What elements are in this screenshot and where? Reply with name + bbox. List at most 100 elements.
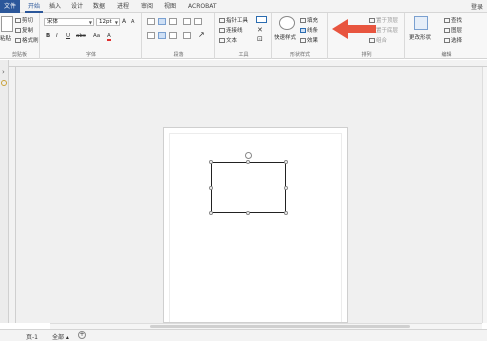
paint-bucket-icon [300, 18, 306, 23]
copy-label: 复制 [22, 28, 34, 34]
line-button[interactable]: 线条 [300, 26, 318, 34]
shapes-panel-collapsed[interactable]: › [0, 60, 9, 323]
pointer-tool-button[interactable]: 指针工具 [219, 16, 248, 24]
font-color-button[interactable]: A [107, 33, 111, 41]
grow-font-button[interactable]: A [122, 18, 126, 25]
select-button[interactable]: 选择 [444, 36, 462, 44]
font-size-select[interactable]: 12pt ▼ [96, 18, 120, 26]
bold-button[interactable]: B [46, 33, 50, 39]
align-center-icon[interactable] [158, 32, 166, 39]
paragraph-group: ↗ 段落 [143, 13, 215, 59]
align-left-icon[interactable] [147, 32, 155, 39]
cut-button[interactable]: 剪切 [15, 16, 33, 24]
shape-styles-group-label: 形状样式 [289, 52, 310, 58]
effects-icon [300, 38, 306, 43]
all-pages-tab[interactable]: 全部 ▴ [52, 332, 69, 341]
justify-icon[interactable] [183, 32, 191, 39]
brush-icon [15, 38, 21, 43]
resize-handle[interactable] [284, 160, 288, 164]
align-bottom-icon[interactable] [169, 18, 177, 25]
page-tab[interactable]: 页-1 [26, 332, 38, 341]
editing-group-label: 编辑 [441, 52, 452, 58]
login-link[interactable]: 登录 [471, 2, 483, 11]
resize-handle[interactable] [209, 211, 213, 215]
tab-process[interactable]: 进程 [114, 2, 132, 13]
text-tool-button[interactable]: 文本 [219, 36, 237, 44]
vertical-scrollbar[interactable] [482, 67, 487, 323]
pointer-tool-label: 指针工具 [226, 18, 249, 24]
rectangle-shape-icon[interactable] [256, 16, 267, 23]
tab-acrobat[interactable]: ACROBAT [185, 2, 220, 13]
resize-handle[interactable] [209, 160, 213, 164]
pointer-icon [219, 18, 225, 23]
align-right-icon[interactable] [169, 32, 177, 39]
line-label: 线条 [307, 28, 319, 34]
crop-icon[interactable]: ⊡ [257, 35, 263, 43]
tab-data[interactable]: 数据 [90, 2, 108, 13]
pen-icon [300, 28, 306, 33]
ribbon: 粘贴 剪切 复制 格式刷 剪贴板 宋体 ▼ 12pt ▼ A A B I U abc… [0, 13, 487, 59]
font-name-value: 宋体 [47, 19, 59, 25]
tab-review[interactable]: 审阅 [138, 2, 156, 13]
layers-label: 图层 [451, 28, 463, 34]
tab-home[interactable]: 开始 [25, 2, 44, 13]
select-label: 选择 [451, 38, 463, 44]
tools-group-label: 工具 [238, 52, 249, 58]
add-page-button[interactable]: + [78, 331, 86, 339]
underline-button[interactable]: U [66, 33, 70, 39]
tab-file[interactable]: 文件 [0, 0, 20, 13]
connector-button[interactable]: 连接线 [219, 26, 243, 34]
binoculars-icon [444, 18, 450, 23]
align-top-icon[interactable] [147, 18, 155, 25]
arrange-group-label: 排列 [361, 52, 372, 58]
effects-label: 效果 [307, 38, 319, 44]
tab-view[interactable]: 视图 [161, 2, 179, 13]
font-name-select[interactable]: 宋体 ▼ [44, 18, 94, 26]
drawing-page[interactable] [163, 127, 348, 323]
tab-insert[interactable]: 插入 [46, 2, 64, 13]
format-painter-button[interactable]: 格式刷 [15, 36, 39, 44]
change-case-button[interactable]: Aa [93, 33, 100, 39]
font-group-label: 字体 [85, 52, 96, 58]
rectangle-shape[interactable] [211, 162, 286, 213]
layers-button[interactable]: 图层 [444, 26, 462, 34]
copy-button[interactable]: 复制 [15, 26, 33, 34]
tab-design[interactable]: 设计 [68, 2, 86, 13]
fill-button[interactable]: 填充 [300, 16, 318, 24]
shrink-font-button[interactable]: A [131, 19, 134, 25]
effects-button[interactable]: 效果 [300, 36, 318, 44]
indent-icon[interactable] [183, 18, 191, 25]
expand-icon[interactable]: › [2, 68, 5, 76]
resize-handle[interactable] [246, 211, 250, 215]
bullets-icon[interactable] [194, 18, 202, 25]
text-icon [219, 38, 225, 43]
format-painter-label: 格式刷 [22, 38, 39, 44]
resize-handle[interactable] [284, 211, 288, 215]
fill-label: 填充 [307, 18, 319, 24]
rotation-handle[interactable] [245, 152, 252, 159]
connector-label: 连接线 [226, 28, 243, 34]
tools-group: 指针工具 连接线 文本 ✕ ⊡ 工具 [216, 13, 272, 59]
scroll-thumb[interactable] [150, 325, 410, 328]
paste-button[interactable]: 粘贴 [0, 34, 11, 42]
clipboard-group-label: 剪贴板 [11, 52, 27, 58]
shape-styles-group: 快速样式 填充 线条 效果 形状样式 [273, 13, 328, 59]
text-direction-icon[interactable]: ↗ [198, 30, 205, 39]
close-icon[interactable]: ✕ [257, 26, 263, 34]
all-pages-label: 全部 [52, 334, 65, 341]
align-middle-icon[interactable] [158, 18, 166, 25]
resize-handle[interactable] [209, 186, 213, 190]
strikethrough-button[interactable]: abc [76, 33, 86, 39]
quick-styles-button[interactable]: 快速样式 [274, 33, 296, 41]
resize-handle[interactable] [246, 160, 250, 164]
resize-handle[interactable] [284, 186, 288, 190]
send-back-label: 置于底层 [376, 28, 399, 34]
page-tabs-bar: 页-1 全部 ▴ + [0, 329, 487, 341]
shapes-icon [1, 80, 7, 86]
text-tool-label: 文本 [226, 38, 238, 44]
font-group: 宋体 ▼ 12pt ▼ A A B I U abc Aa A 字体 [41, 13, 142, 59]
menu-bar: 文件 开始 插入 设计 数据 进程 审阅 视图 ACROBAT 登录 [0, 0, 487, 13]
change-shape-button[interactable]: 更改形状 [409, 33, 431, 41]
italic-button[interactable]: I [56, 33, 58, 39]
find-button[interactable]: 查找 [444, 16, 462, 24]
